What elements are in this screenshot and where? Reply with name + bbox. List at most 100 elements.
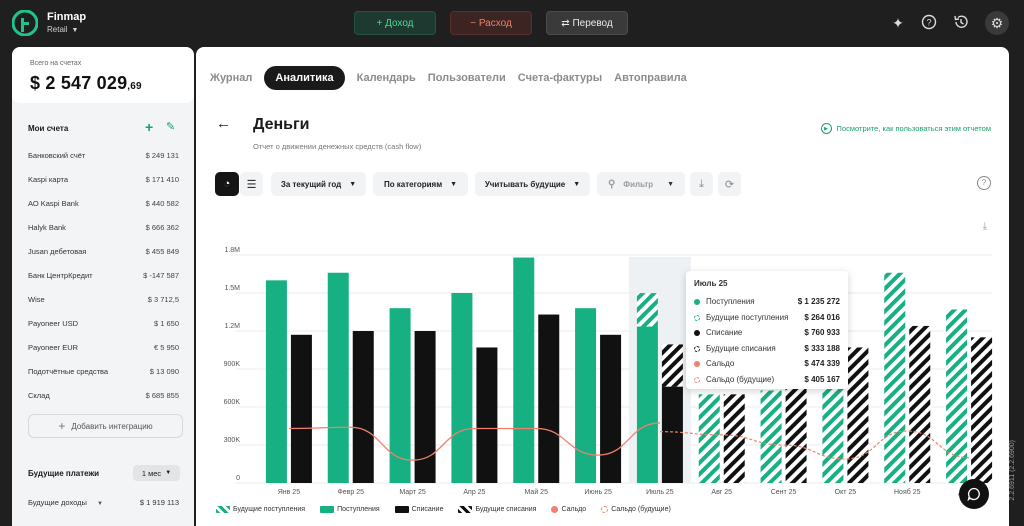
account-row[interactable]: Wise $ 3 712,5 (28, 295, 179, 309)
total-balance-label: Всего на счетах (30, 60, 82, 67)
income-bar[interactable] (513, 257, 535, 483)
future-expense-bar[interactable] (661, 344, 683, 387)
expense-bar[interactable] (661, 386, 683, 483)
account-row[interactable]: АО Kaspi Bank $ 440 582 (28, 199, 179, 213)
legend-income[interactable]: Поступления (320, 506, 380, 513)
add-transfer-button[interactable]: ⇄ Перевод (546, 11, 628, 35)
legend-swatch (320, 506, 335, 513)
account-row[interactable]: Payoneer EUR € 5 950 (28, 343, 179, 357)
total-balance-value: $ 2 547 029,69 (30, 73, 142, 94)
account-name: Банк ЦентрКредит (28, 271, 93, 280)
account-row[interactable]: Подотчётные средства $ 13 090 (28, 367, 179, 381)
account-amount: $ 685 855 (145, 391, 179, 400)
sparkle-icon[interactable]: ✦ (889, 14, 907, 32)
legend-future-expense[interactable]: Будущие списания (458, 506, 536, 513)
y-tick-label: 0 (236, 475, 240, 482)
period-value: 1 мес (141, 468, 162, 478)
expense-bar[interactable] (290, 334, 312, 483)
legend-swatch (551, 506, 559, 513)
future-expense-bar[interactable] (723, 394, 745, 483)
future-expense-bar[interactable] (847, 347, 869, 483)
total-balance-card: Всего на счетах $ 2 547 029,69 (12, 47, 194, 103)
account-row[interactable]: Склад $ 685 855 (28, 391, 179, 405)
account-name: Подотчётные средства (28, 367, 109, 376)
tooltip-label: Поступления (706, 297, 755, 306)
account-row[interactable]: Jusan дебетовая $ 455 849 (28, 247, 179, 261)
add-income-button[interactable]: + Доход (354, 11, 436, 35)
account-name: АО Kaspi Bank (28, 199, 79, 208)
future-income-bar[interactable] (760, 390, 782, 483)
account-amount: $ -147 587 (143, 271, 179, 280)
gear-icon[interactable]: ⚙ (985, 11, 1009, 35)
account-row[interactable]: Банк ЦентрКредит $ -147 587 (28, 271, 179, 285)
tooltip-dot (694, 361, 700, 367)
future-income-bar[interactable] (884, 272, 906, 483)
workspace-selector[interactable]: Retail ▼ (47, 25, 78, 34)
account-name: Kaspi карта (28, 175, 68, 184)
account-amount: $ 1 650 (153, 319, 179, 328)
tooltip-label: Сальдо (будущие) (706, 374, 775, 384)
income-bar[interactable] (265, 280, 287, 483)
help-icon[interactable]: ? (920, 14, 938, 32)
account-name: Склад (28, 391, 50, 400)
legend-label: Сальдо (будущие) (611, 506, 671, 513)
tooltip-row: Будущие поступления $ 264 016 (694, 313, 840, 325)
expense-bar[interactable] (476, 347, 498, 483)
period-select[interactable]: 1 мес ▼ (133, 465, 180, 481)
chart-tooltip: Июль 25 Поступления $ 1 235 272 Будущие по… (686, 271, 848, 389)
tooltip-dot (694, 314, 700, 321)
history-icon[interactable] (952, 14, 970, 32)
future-expense-bar[interactable] (909, 325, 931, 483)
tooltip-row: Поступления $ 1 235 272 (694, 297, 840, 309)
account-name: Payoneer USD (28, 319, 79, 328)
account-row[interactable]: Kaspi карта $ 171 410 (28, 175, 179, 189)
income-bar[interactable] (636, 326, 658, 483)
chevron-down-icon: ▼ (97, 501, 103, 507)
add-account-icon[interactable]: + (145, 119, 153, 135)
income-bar[interactable] (327, 272, 349, 483)
main-panel: Журнал Аналитика Календарь Пользователи … (196, 47, 1009, 526)
future-income-row[interactable]: Будущие доходы ▼ $ 1 919 113 (28, 498, 179, 507)
x-tick-label: Июль 25 (646, 489, 674, 496)
x-tick-label: Март 25 (399, 489, 426, 496)
tooltip-value: $ 264 016 (804, 312, 840, 322)
legend-future-balance[interactable]: Сальдо (будущие) (601, 506, 671, 513)
account-amount: $ 249 131 (145, 151, 179, 160)
future-payments-title: Будущие платежи (28, 469, 100, 478)
legend-label: Будущие поступления (233, 506, 306, 513)
account-amount: $ 666 362 (145, 223, 179, 232)
add-integration-button[interactable]: + Добавить интеграцию (28, 414, 183, 438)
expense-bar[interactable] (352, 331, 374, 483)
future-expense-bar[interactable] (971, 337, 993, 483)
edit-accounts-icon[interactable]: ✎ (166, 120, 175, 133)
income-bar[interactable] (389, 308, 411, 483)
account-amount: $ 440 582 (145, 199, 179, 208)
expense-bar[interactable] (600, 334, 622, 483)
finmap-logo-icon[interactable] (12, 10, 38, 36)
legend-swatch (601, 506, 609, 513)
y-tick-label: 1.8M (224, 247, 240, 254)
account-row[interactable]: Банковский счёт $ 249 131 (28, 151, 179, 165)
account-row[interactable]: Payoneer USD $ 1 650 (28, 319, 179, 333)
legend-future-income[interactable]: Будущие поступления (216, 506, 305, 513)
legend-expense[interactable]: Списание (394, 506, 443, 513)
add-expense-button[interactable]: − Расход (450, 11, 532, 35)
future-income-bar[interactable] (698, 394, 720, 483)
future-expense-bar[interactable] (785, 374, 807, 483)
legend-balance[interactable]: Сальдо (551, 506, 586, 513)
future-income-amount: $ 1 919 113 (139, 498, 179, 507)
income-bar[interactable] (451, 293, 473, 483)
account-row[interactable]: Halyk Bank $ 666 362 (28, 223, 179, 237)
tooltip-value: $ 474 339 (804, 359, 840, 368)
x-tick-label: Февр 25 (337, 489, 364, 496)
tooltip-dot (694, 376, 700, 383)
expense-bar[interactable] (538, 314, 560, 483)
top-bar: Finmap Retail ▼ + Доход − Расход ⇄ Перево… (0, 0, 1024, 46)
tooltip-label: Будущие списания (706, 343, 776, 353)
income-bar[interactable] (575, 308, 597, 483)
y-tick-label: 900K (224, 361, 241, 368)
tooltip-value: $ 333 188 (804, 343, 840, 353)
account-name: Payoneer EUR (28, 343, 79, 352)
future-income-bar[interactable] (636, 293, 658, 327)
chat-icon[interactable] (959, 479, 989, 509)
